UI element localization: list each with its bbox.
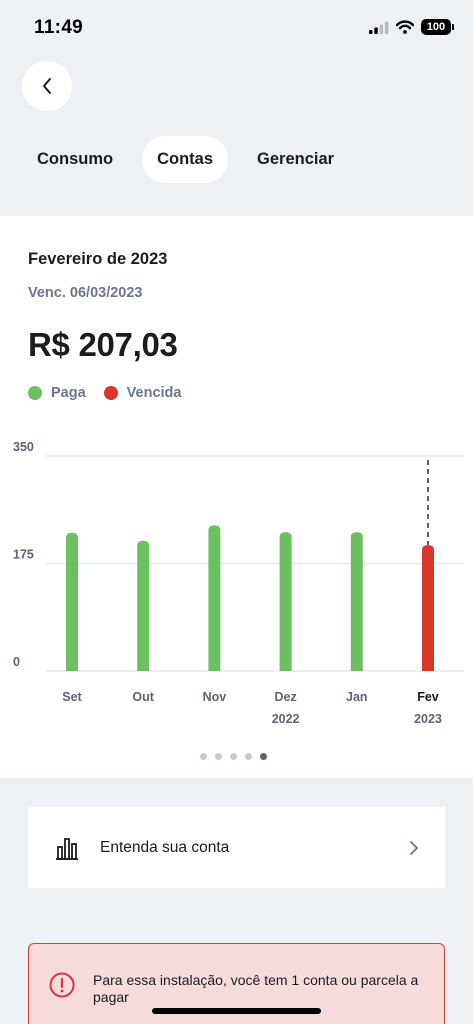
tab-label: Consumo xyxy=(37,150,114,168)
chart-x-tick-label: Fev xyxy=(417,690,439,704)
back-button[interactable] xyxy=(22,61,72,111)
chart-x-year-label: 2022 xyxy=(272,712,300,726)
pager-dot[interactable] xyxy=(215,753,222,760)
tab-bar: Consumo Contas Gerenciar xyxy=(22,136,349,183)
chart-x-year-label: 2023 xyxy=(414,712,442,726)
pager-dot-active[interactable] xyxy=(260,753,267,760)
chart-bar xyxy=(350,532,363,671)
pager-dot[interactable] xyxy=(230,753,237,760)
chart-bar xyxy=(279,532,292,671)
chart-pager xyxy=(200,753,267,760)
tab-label: Contas xyxy=(157,150,214,168)
chart-x-tick-label: Dez xyxy=(274,690,296,704)
bills-bar-chart: 0 175 350 Set Out Nov Dez 2022 Jan Fev 2023 xyxy=(13,440,464,726)
chart-bar xyxy=(66,532,78,671)
chart-bar xyxy=(422,545,434,671)
chart-x-tick-label: Set xyxy=(62,690,82,704)
tab-contas[interactable]: Contas xyxy=(142,136,229,183)
status-bar: 11:49 100 xyxy=(0,0,473,52)
chart-y-tick-label: 175 xyxy=(13,548,34,562)
status-time: 11:49 xyxy=(34,17,84,38)
chart-bar xyxy=(137,540,150,671)
chart-x-tick-label: Out xyxy=(132,690,154,704)
chevron-right-icon xyxy=(410,840,418,855)
battery-icon: 100 xyxy=(421,19,454,35)
alert-text: Para essa instalação, você tem 1 conta o… xyxy=(93,972,419,1005)
status-icons: 100 xyxy=(369,19,454,35)
chart-y-tick-label: 0 xyxy=(13,655,20,669)
tab-gerenciar[interactable]: Gerenciar xyxy=(242,136,349,183)
chevron-left-icon xyxy=(43,78,51,94)
wifi-icon xyxy=(396,20,414,34)
tab-consumo[interactable]: Consumo xyxy=(22,136,128,183)
chart-y-tick-label: 350 xyxy=(13,440,34,454)
tab-label: Gerenciar xyxy=(257,150,335,168)
chart-bar xyxy=(208,525,221,671)
battery-level: 100 xyxy=(426,21,446,33)
bar-chart-icon xyxy=(56,837,78,860)
explain-bill-button[interactable]: Entenda sua conta xyxy=(28,807,445,888)
alert-circle-icon xyxy=(49,972,75,998)
chart-x-tick-label: Nov xyxy=(203,690,227,704)
explain-bill-label: Entenda sua conta xyxy=(100,838,230,856)
pager-dot[interactable] xyxy=(245,753,252,760)
chart-x-tick-label: Jan xyxy=(346,690,368,704)
home-indicator xyxy=(152,1008,321,1014)
signal-icon xyxy=(369,21,389,34)
pager-dot[interactable] xyxy=(200,753,207,760)
